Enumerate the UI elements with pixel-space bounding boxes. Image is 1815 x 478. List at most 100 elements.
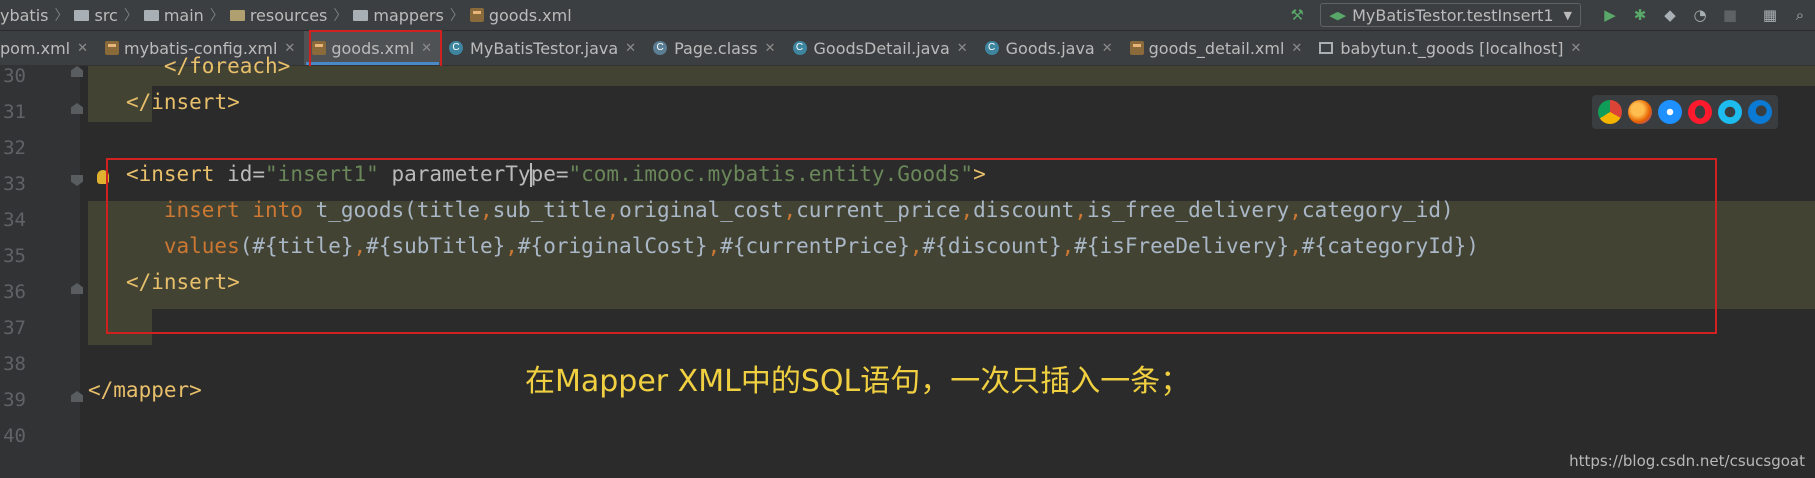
close-icon[interactable]: ✕: [1102, 41, 1113, 56]
sql-column: sub_title: [492, 198, 607, 222]
sql-column: original_cost: [619, 198, 784, 222]
edge-icon[interactable]: [1748, 100, 1772, 124]
attr-id-value: "insert1": [265, 162, 379, 186]
line-number: 30: [3, 65, 26, 87]
run-toolbar: ⚒ ◀▶ MyBatisTestor.testInsert1 ▼ ▶ ✱ ◆ ◔…: [1282, 0, 1815, 30]
navigation-bar: ybatis 〉 src 〉 main 〉 resources 〉 mapper…: [0, 0, 1815, 31]
coverage-shield-icon[interactable]: ◆: [1659, 4, 1681, 26]
code-line-36: </insert>: [88, 264, 240, 300]
safari-icon[interactable]: [1658, 100, 1682, 124]
tab-mybatistestor-java[interactable]: C MyBatisTestor.java ✕: [441, 31, 645, 65]
sql-column: discount: [973, 198, 1075, 222]
tab-label: babytun.t_goods [localhost]: [1340, 38, 1564, 58]
close-icon[interactable]: ✕: [625, 41, 636, 56]
sql-column: is_free_delivery: [1086, 198, 1290, 222]
line-number: 38: [3, 353, 26, 375]
sql-param: #{currentPrice}: [720, 234, 910, 258]
line-number: 40: [3, 425, 26, 447]
tab-goods-xml[interactable]: goods.xml ✕: [304, 31, 442, 65]
stop-icon[interactable]: ■: [1719, 4, 1741, 26]
comma: ,: [1289, 198, 1302, 222]
breadcrumb-resources[interactable]: resources: [250, 6, 328, 25]
chevron-right-icon: 〉: [54, 8, 69, 24]
sql-param: #{subTitle}: [366, 234, 506, 258]
sql-keyword: insert: [163, 198, 240, 222]
sql-column: current_price: [796, 198, 961, 222]
ie-icon[interactable]: [1718, 100, 1742, 124]
attr-parametertype-value: "com.imooc.mybatis.entity.Goods": [568, 162, 974, 186]
tab-label: goods.xml: [331, 38, 415, 58]
sql-param: #{categoryId}): [1301, 234, 1479, 258]
sql-param: #{originalCost}: [517, 234, 708, 258]
chevron-right-icon: 〉: [449, 8, 464, 24]
tab-goods-detail-xml[interactable]: goods_detail.xml ✕: [1122, 31, 1312, 65]
chevron-right-icon: 〉: [209, 8, 224, 24]
folder-icon: [74, 9, 90, 21]
close-icon[interactable]: ✕: [1291, 41, 1302, 56]
comma: ,: [353, 234, 367, 258]
tab-database-table[interactable]: babytun.t_goods [localhost] ✕: [1311, 31, 1590, 65]
sql-param: #{discount}: [922, 234, 1062, 258]
code-editor[interactable]: </foreach> </insert> <insert id="insert1…: [80, 54, 1815, 478]
tab-label: goods_detail.xml: [1148, 38, 1285, 58]
annotation-text: 在Mapper XML中的SQL语句，一次只插入一条；: [525, 364, 1191, 399]
close-icon[interactable]: ✕: [1570, 41, 1581, 56]
watermark-text: https://blog.csdn.net/csucsgoat: [1569, 452, 1805, 470]
debug-bug-icon[interactable]: ✱: [1629, 4, 1651, 26]
attr-parametertype-b: pe=: [530, 162, 569, 186]
profile-icon[interactable]: ◔: [1689, 4, 1711, 26]
chrome-icon[interactable]: [1598, 100, 1622, 124]
opera-icon[interactable]: [1688, 100, 1712, 124]
code-line-31: </insert>: [88, 84, 240, 120]
sql-keyword: into: [252, 198, 303, 222]
code-line-30: </foreach>: [88, 48, 290, 84]
sql-keyword: values: [163, 234, 240, 258]
comma: ,: [783, 198, 797, 222]
tab-goods-java[interactable]: C Goods.java ✕: [977, 31, 1122, 65]
breadcrumb-project[interactable]: ybatis: [0, 6, 48, 25]
build-hammer-icon[interactable]: ⚒: [1286, 4, 1308, 26]
sql-param: #{isFreeDelivery}: [1074, 234, 1290, 258]
tab-label: pom.xml: [0, 38, 71, 58]
search-everywhere-icon[interactable]: ⌕: [1789, 4, 1811, 26]
attr-id: id=: [227, 162, 266, 186]
database-table-icon: [1319, 42, 1334, 54]
tab-label: Goods.java: [1005, 38, 1095, 58]
sql-param: (#{title}: [239, 234, 354, 258]
xml-file-icon: [312, 41, 327, 55]
breadcrumb-file[interactable]: goods.xml: [489, 6, 572, 25]
tab-goodsdetail-java[interactable]: C GoodsDetail.java ✕: [785, 31, 977, 65]
line-highlight: [88, 273, 1815, 309]
breadcrumb-src[interactable]: src: [94, 6, 117, 25]
close-icon[interactable]: ✕: [421, 41, 432, 56]
run-icon[interactable]: ▶: [1599, 4, 1621, 26]
close-icon[interactable]: ✕: [765, 41, 776, 56]
tab-page-class[interactable]: C Page.class ✕: [645, 31, 784, 65]
run-config-icon: ◀▶: [1329, 8, 1347, 22]
line-number: 33: [3, 173, 26, 195]
close-icon[interactable]: ✕: [77, 41, 88, 56]
insert-open-tag-end: >: [973, 162, 986, 186]
java-class-icon: C: [984, 41, 999, 55]
code-line-33: <insert id="insert1" parameterType="com.…: [88, 156, 986, 192]
comma: ,: [960, 198, 974, 222]
comma: ,: [606, 198, 620, 222]
comma: ,: [909, 234, 923, 258]
mapper-close-tag: </mapper>: [88, 378, 202, 402]
insert-close-tag: </insert>: [125, 90, 240, 114]
run-config-label: MyBatisTestor.testInsert1: [1352, 5, 1554, 25]
chevron-down-icon: ▼: [1563, 8, 1572, 22]
foreach-close-tag: </foreach>: [163, 54, 291, 78]
comma: ,: [1061, 234, 1075, 258]
line-number: 36: [3, 281, 26, 303]
folder-icon: [353, 9, 369, 21]
breadcrumb-mappers[interactable]: mappers: [373, 6, 443, 25]
tab-label: GoodsDetail.java: [813, 38, 950, 58]
firefox-icon[interactable]: [1628, 100, 1652, 124]
xml-file-icon: [1129, 41, 1144, 55]
project-structure-icon[interactable]: ▦: [1759, 4, 1781, 26]
run-configuration-select[interactable]: ◀▶ MyBatisTestor.testInsert1 ▼: [1320, 3, 1581, 27]
close-icon[interactable]: ✕: [957, 41, 968, 56]
attr-parametertype-a: parameterTy: [391, 162, 531, 186]
breadcrumb-main[interactable]: main: [164, 6, 204, 25]
